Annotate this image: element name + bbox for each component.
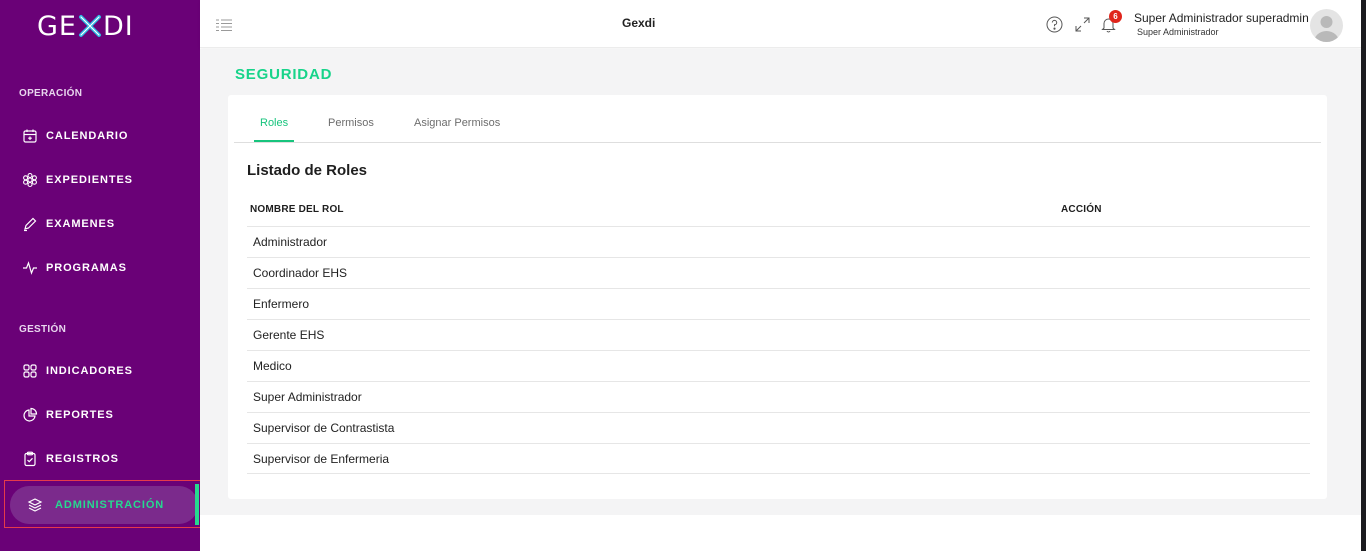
avatar[interactable] (1310, 9, 1343, 42)
sidebar-item-label: INDICADORES (46, 365, 133, 377)
tab-asignar-permisos[interactable]: Asignar Permisos (414, 117, 500, 129)
sidebar-item-label: CALENDARIO (46, 130, 129, 142)
sidebar-item-calendario[interactable]: CALENDARIO (0, 116, 200, 156)
active-indicator (195, 484, 199, 525)
role-name: Supervisor de Contrastista (253, 421, 395, 435)
sidebar-item-administracion-pill[interactable]: ADMINISTRACIÓN (10, 486, 198, 524)
table-row[interactable]: Supervisor de Enfermeria (247, 443, 1310, 474)
role-name: Supervisor de Enfermeria (253, 451, 390, 466)
sidebar-item-expedientes[interactable]: EXPEDIENTES (0, 160, 200, 200)
roles-table: Administrador Coordinador EHS Enfermero … (247, 226, 1310, 474)
user-role: Super Administrador (1137, 27, 1219, 37)
help-icon[interactable] (1046, 16, 1063, 33)
flower-icon (21, 172, 38, 189)
sidebar-item-label: REGISTROS (46, 453, 119, 465)
user-name[interactable]: Super Administrador superadmin (1134, 11, 1309, 25)
page-title: SEGURIDAD (235, 66, 333, 83)
sidebar-item-reportes[interactable]: REPORTES (0, 395, 200, 435)
table-row[interactable]: Supervisor de Contrastista (247, 412, 1310, 443)
column-header-action: ACCIÓN (1061, 204, 1102, 215)
role-name: Super Administrador (253, 390, 362, 404)
table-row[interactable]: Super Administrador (247, 381, 1310, 412)
sidebar-item-registros[interactable]: REGISTROS (0, 439, 200, 479)
pen-icon (21, 216, 38, 233)
menu-toggle-icon[interactable] (216, 19, 232, 31)
calendar-icon (21, 128, 38, 145)
logo-text: GE DI (37, 11, 134, 42)
layers-icon (26, 497, 43, 514)
logo-right: DI (102, 10, 134, 42)
tab-roles[interactable]: Roles (260, 117, 288, 129)
section-gestion: GESTIÓN (19, 324, 67, 335)
pie-chart-icon (21, 407, 38, 424)
table-row[interactable]: Coordinador EHS (247, 257, 1310, 288)
sidebar-item-label: REPORTES (46, 409, 114, 421)
fullscreen-icon[interactable] (1074, 16, 1091, 33)
table-row[interactable]: Administrador (247, 226, 1310, 257)
role-name: Coordinador EHS (253, 266, 348, 280)
table-row[interactable]: Medico (247, 350, 1310, 381)
column-header-name: NOMBRE DEL ROL (250, 204, 344, 215)
pulse-icon (21, 260, 38, 277)
window-edge (1361, 0, 1366, 551)
role-name: Enfermero (253, 297, 310, 311)
table-row[interactable]: Enfermero (247, 288, 1310, 319)
role-name: Administrador (253, 235, 328, 249)
clipboard-icon (21, 451, 38, 468)
notification-badge: 6 (1109, 10, 1122, 23)
main-bottom (200, 515, 1361, 551)
roles-card: Roles Permisos Asignar Permisos Listado … (228, 95, 1327, 499)
sidebar-item-administracion[interactable]: ADMINISTRACIÓN (4, 480, 205, 528)
sidebar-item-label: EXPEDIENTES (46, 174, 133, 186)
section-operacion: OPERACIÓN (19, 88, 83, 99)
logo-left: GE (37, 10, 77, 42)
sidebar: GE DI OPERACIÓN CALENDARIO EXPEDIENTES E… (0, 0, 205, 551)
main-content: SEGURIDAD Roles Permisos Asignar Permiso… (200, 49, 1361, 515)
sidebar-item-programas[interactable]: PROGRAMAS (0, 248, 200, 288)
role-name: Medico (253, 359, 292, 373)
sidebar-item-label: EXAMENES (46, 218, 115, 230)
sidebar-item-indicadores[interactable]: INDICADORES (0, 351, 200, 391)
table-row[interactable]: Gerente EHS (247, 319, 1310, 350)
tab-permisos[interactable]: Permisos (328, 117, 374, 129)
grid-icon (21, 363, 38, 380)
logo-mark-icon (78, 15, 101, 37)
app-title: Gexdi (622, 16, 656, 30)
list-title: Listado de Roles (247, 162, 368, 179)
sidebar-item-label: PROGRAMAS (46, 262, 127, 274)
sidebar-item-examenes[interactable]: EXAMENES (0, 204, 200, 244)
logo[interactable]: GE DI (0, 8, 200, 44)
sidebar-item-label: ADMINISTRACIÓN (55, 499, 165, 511)
tabs-divider (234, 142, 1321, 143)
role-name: Gerente EHS (253, 328, 325, 342)
topbar: Gexdi 6 Super Administrador superadmin S… (200, 0, 1361, 48)
user-avatar-icon (1314, 16, 1339, 42)
